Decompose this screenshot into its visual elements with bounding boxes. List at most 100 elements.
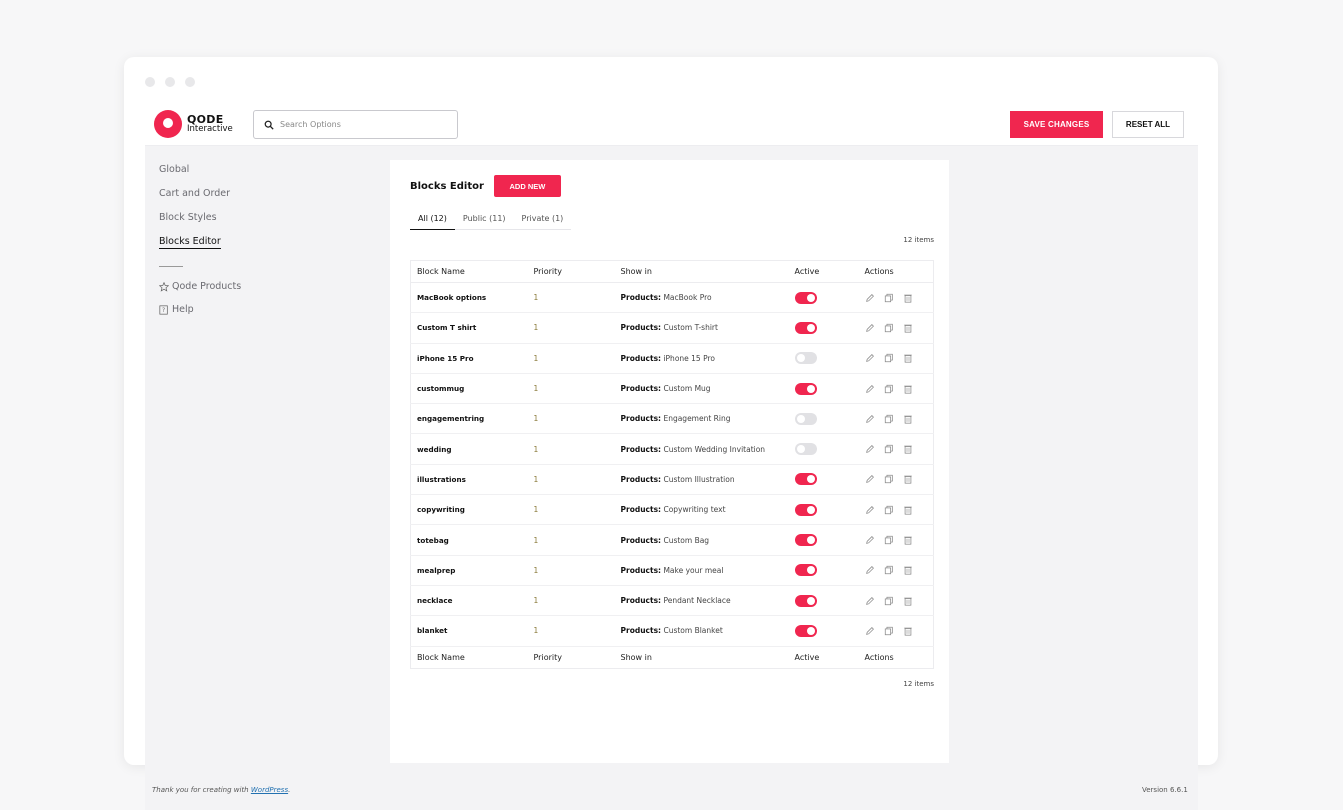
- duplicate-icon[interactable]: [884, 384, 894, 394]
- duplicate-icon[interactable]: [884, 565, 894, 575]
- active-cell: [788, 464, 859, 496]
- show-in-cell: Products: Custom Bag: [614, 524, 789, 556]
- page-title: Blocks Editor: [410, 180, 484, 192]
- sidebar-item-cart-and-order[interactable]: Cart and Order: [159, 188, 309, 212]
- trash-icon[interactable]: [903, 414, 913, 424]
- edit-icon[interactable]: [865, 626, 875, 636]
- edit-icon[interactable]: [865, 384, 875, 394]
- search-input[interactable]: [280, 120, 450, 129]
- block-name-link[interactable]: illustrations: [410, 464, 528, 496]
- active-toggle[interactable]: [794, 412, 817, 425]
- edit-icon[interactable]: [865, 414, 875, 424]
- tab-public[interactable]: Public (11): [455, 212, 514, 229]
- duplicate-icon[interactable]: [884, 535, 894, 545]
- duplicate-icon[interactable]: [884, 474, 894, 484]
- trash-icon[interactable]: [903, 596, 913, 606]
- active-toggle[interactable]: [794, 352, 817, 365]
- sidebar-item-qode-products[interactable]: Qode Products: [159, 281, 309, 304]
- edit-icon[interactable]: [865, 535, 875, 545]
- block-name-link[interactable]: wedding: [410, 433, 528, 465]
- col-block-name[interactable]: Block Name: [410, 645, 528, 669]
- duplicate-icon[interactable]: [884, 444, 894, 454]
- sidebar-item-help[interactable]: ? Help: [159, 304, 309, 327]
- active-toggle[interactable]: [794, 291, 817, 304]
- edit-icon[interactable]: [865, 474, 875, 484]
- duplicate-icon[interactable]: [884, 626, 894, 636]
- trash-icon[interactable]: [903, 293, 913, 303]
- trash-icon[interactable]: [903, 626, 913, 636]
- table-row: illustrations 1 Products: Custom Illustrat…: [410, 464, 934, 496]
- logo-line2: Interactive: [187, 124, 233, 135]
- active-toggle[interactable]: [794, 624, 817, 637]
- active-toggle[interactable]: [794, 564, 817, 577]
- actions-cell: [858, 585, 934, 617]
- edit-icon[interactable]: [865, 353, 875, 363]
- block-name-link[interactable]: engagementring: [410, 403, 528, 435]
- col-priority[interactable]: Priority: [527, 260, 615, 283]
- tab-private[interactable]: Private (1): [514, 212, 572, 229]
- active-toggle[interactable]: [794, 473, 817, 486]
- trash-icon[interactable]: [903, 505, 913, 515]
- filter-tabs: All (12) Public (11) Private (1): [410, 212, 572, 230]
- window-dot: [165, 77, 175, 87]
- edit-icon[interactable]: [865, 596, 875, 606]
- active-toggle[interactable]: [794, 503, 817, 516]
- block-name-link[interactable]: mealprep: [410, 555, 528, 586]
- trash-icon[interactable]: [903, 353, 913, 363]
- block-name-link[interactable]: Custom T shirt: [410, 312, 528, 344]
- block-name-link[interactable]: custommug: [410, 373, 528, 405]
- active-toggle[interactable]: [794, 594, 817, 607]
- duplicate-icon[interactable]: [884, 414, 894, 424]
- show-in-cell: Products: Custom Blanket: [614, 615, 789, 647]
- trash-icon[interactable]: [903, 565, 913, 575]
- tab-all[interactable]: All (12): [410, 212, 455, 230]
- trash-icon[interactable]: [903, 535, 913, 545]
- active-toggle[interactable]: [794, 321, 817, 334]
- sidebar-item-block-styles[interactable]: Block Styles: [159, 212, 309, 236]
- block-name-link[interactable]: necklace: [410, 585, 528, 617]
- duplicate-icon[interactable]: [884, 596, 894, 606]
- qode-logo[interactable]: QODE Interactive: [154, 110, 233, 138]
- col-block-name[interactable]: Block Name: [410, 260, 528, 283]
- col-priority[interactable]: Priority: [527, 645, 615, 669]
- window-dot: [145, 77, 155, 87]
- duplicate-icon[interactable]: [884, 353, 894, 363]
- edit-icon[interactable]: [865, 444, 875, 454]
- search-box[interactable]: [253, 110, 458, 139]
- block-name-link[interactable]: copywriting: [410, 494, 528, 526]
- actions-cell: [858, 615, 934, 647]
- edit-icon[interactable]: [865, 565, 875, 575]
- active-toggle[interactable]: [794, 534, 817, 547]
- add-new-button[interactable]: ADD NEW: [493, 175, 561, 197]
- table-row: Custom T shirt 1 Products: Custom T-shirt: [410, 312, 934, 344]
- priority-value: 1: [527, 615, 615, 647]
- duplicate-icon[interactable]: [884, 293, 894, 303]
- priority-value: 1: [527, 585, 615, 617]
- save-changes-button[interactable]: SAVE CHANGES: [1010, 111, 1103, 138]
- sidebar-item-blocks-editor[interactable]: Blocks Editor: [159, 236, 309, 260]
- priority-value: 1: [527, 373, 615, 405]
- block-name-link[interactable]: totebag: [410, 524, 528, 556]
- active-toggle[interactable]: [794, 382, 817, 395]
- table-row: necklace 1 Products: Pendant Necklace: [410, 585, 934, 617]
- block-name-link[interactable]: MacBook options: [410, 282, 528, 314]
- block-name-link[interactable]: blanket: [410, 615, 528, 647]
- edit-icon[interactable]: [865, 293, 875, 303]
- show-in-cell: Products: MacBook Pro: [614, 282, 789, 314]
- table-row: totebag 1 Products: Custom Bag: [410, 524, 934, 556]
- table-row: iPhone 15 Pro 1 Products: iPhone 15 Pro: [410, 343, 934, 374]
- wordpress-link[interactable]: WordPress: [251, 786, 288, 794]
- duplicate-icon[interactable]: [884, 323, 894, 333]
- reset-all-button[interactable]: RESET ALL: [1112, 111, 1184, 138]
- table-row: copywriting 1 Products: Copywriting text: [410, 494, 934, 526]
- sidebar-item-global[interactable]: Global: [159, 164, 309, 188]
- trash-icon[interactable]: [903, 323, 913, 333]
- trash-icon[interactable]: [903, 444, 913, 454]
- trash-icon[interactable]: [903, 474, 913, 484]
- edit-icon[interactable]: [865, 505, 875, 515]
- duplicate-icon[interactable]: [884, 505, 894, 515]
- edit-icon[interactable]: [865, 323, 875, 333]
- active-toggle[interactable]: [794, 443, 817, 456]
- block-name-link[interactable]: iPhone 15 Pro: [410, 343, 528, 374]
- trash-icon[interactable]: [903, 384, 913, 394]
